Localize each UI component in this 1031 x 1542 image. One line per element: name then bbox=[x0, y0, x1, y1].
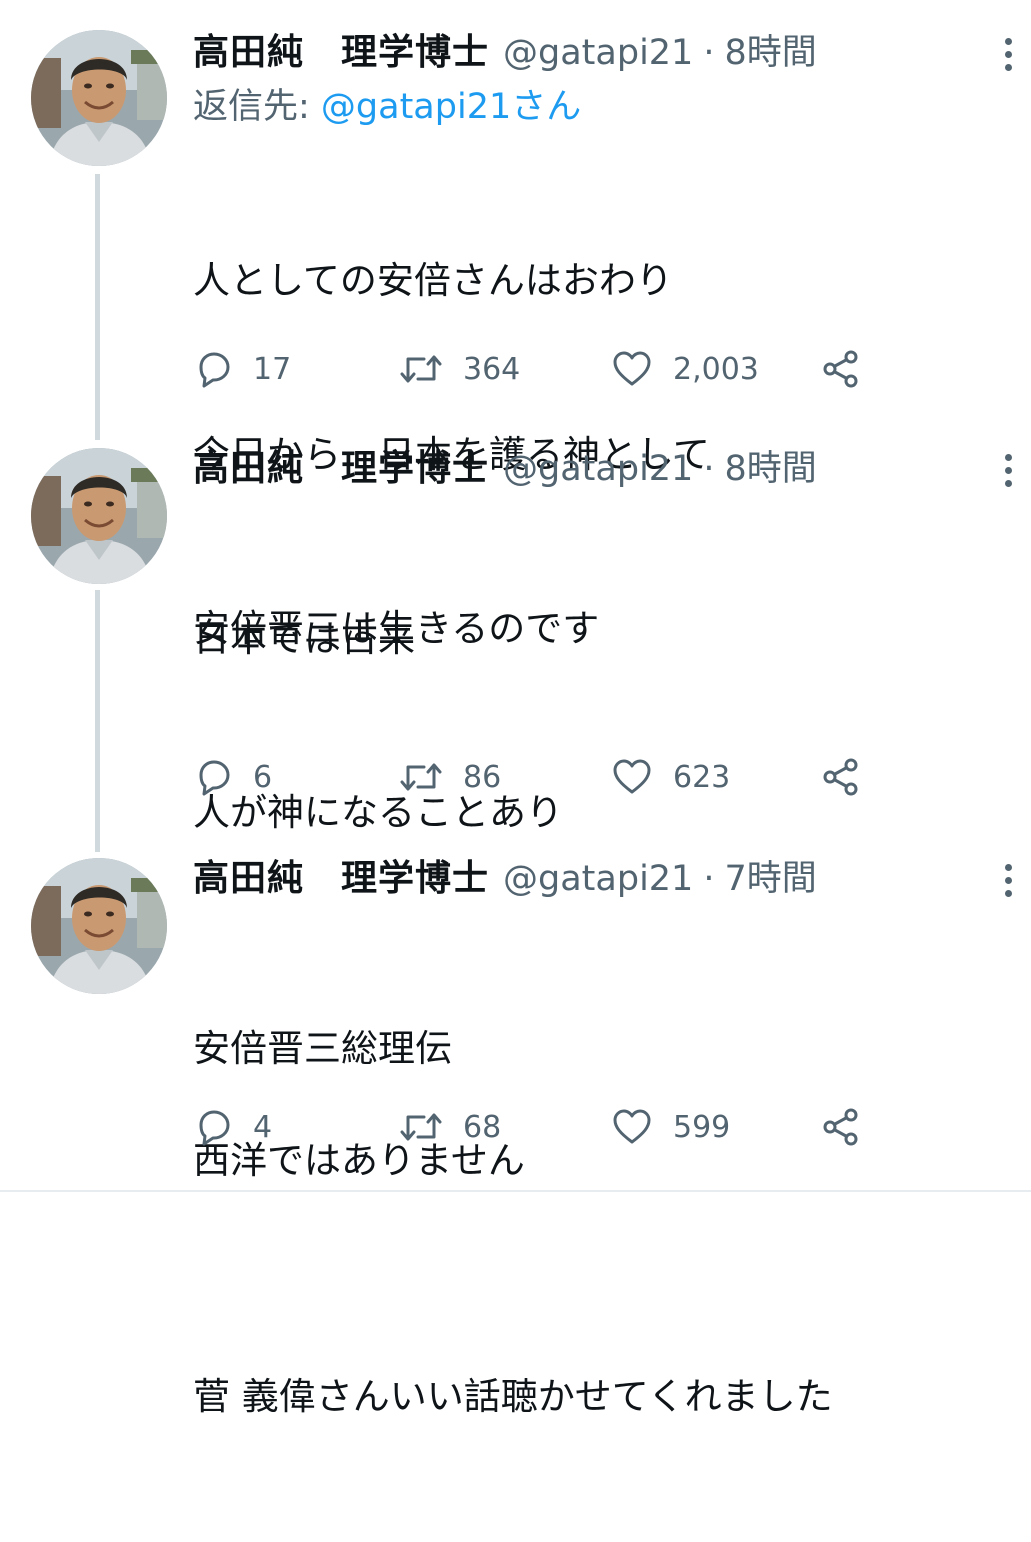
tweet-actions: 17 364 2,003 bbox=[193, 344, 893, 394]
tweet-header: 高田純 理学博士 @gatapi21 · 8時間 bbox=[193, 444, 1001, 494]
reply-button[interactable]: 17 bbox=[193, 344, 291, 394]
reply-bubble-icon bbox=[193, 1107, 233, 1147]
share-icon bbox=[821, 757, 861, 797]
reply-count: 6 bbox=[253, 759, 273, 795]
avatar[interactable] bbox=[31, 858, 167, 994]
divider bbox=[0, 1190, 1031, 1192]
like-button[interactable]: 2,003 bbox=[611, 344, 759, 394]
share-button[interactable] bbox=[821, 1102, 861, 1152]
reply-bubble-icon bbox=[193, 349, 233, 389]
heart-icon bbox=[611, 349, 653, 389]
reply-count: 4 bbox=[253, 1109, 273, 1145]
display-name[interactable]: 高田純 理学博士 bbox=[193, 28, 489, 78]
user-handle[interactable]: @gatapi21 bbox=[503, 444, 693, 494]
reply-to-line: 返信先: @gatapi21さん bbox=[193, 78, 1001, 136]
reply-count: 17 bbox=[253, 351, 292, 387]
retweet-count: 68 bbox=[463, 1109, 502, 1145]
retweet-button[interactable]: 68 bbox=[399, 1102, 501, 1152]
retweet-arrows-icon bbox=[399, 1107, 443, 1147]
timestamp[interactable]: 8時間 bbox=[724, 28, 816, 78]
like-count: 623 bbox=[673, 759, 731, 795]
reply-button[interactable]: 6 bbox=[193, 752, 272, 802]
more-vertical-icon[interactable] bbox=[1003, 38, 1013, 74]
heart-icon bbox=[611, 1107, 653, 1147]
like-button[interactable]: 623 bbox=[611, 752, 730, 802]
avatar[interactable] bbox=[31, 448, 167, 584]
avatar[interactable] bbox=[31, 30, 167, 166]
tweet-header: 高田純 理学博士 @gatapi21 · 7時間 bbox=[193, 854, 1001, 904]
tweet-text-line: 安倍晋三総理伝 bbox=[193, 1027, 452, 1070]
tweet-actions: 4 68 599 bbox=[193, 1102, 893, 1152]
retweet-count: 86 bbox=[463, 759, 502, 795]
reply-button[interactable]: 4 bbox=[193, 1102, 272, 1152]
share-button[interactable] bbox=[821, 344, 861, 394]
heart-icon bbox=[611, 757, 653, 797]
reply-to-handle[interactable]: @gatapi21さん bbox=[321, 87, 581, 127]
tweet-text-line bbox=[193, 1194, 1001, 1252]
like-button[interactable]: 599 bbox=[611, 1102, 730, 1152]
separator-dot: · bbox=[703, 859, 715, 899]
tweet-text-line: 菅 義偉さんいい話聴かせてくれました bbox=[193, 1375, 833, 1418]
tweet-text: 安倍晋三総理伝 菅 義偉さんいい話聴かせてくれました bbox=[193, 904, 1001, 1542]
display-name[interactable]: 高田純 理学博士 bbox=[193, 444, 489, 494]
retweet-arrows-icon bbox=[399, 757, 443, 797]
tweet-actions: 6 86 623 bbox=[193, 752, 893, 802]
reply-to-label: 返信先: bbox=[193, 87, 321, 127]
more-vertical-icon[interactable] bbox=[1003, 454, 1013, 490]
reply-bubble-icon bbox=[193, 757, 233, 797]
timestamp[interactable]: 8時間 bbox=[724, 444, 816, 494]
timestamp[interactable]: 7時間 bbox=[724, 854, 816, 904]
separator-dot: · bbox=[703, 33, 715, 73]
like-count: 2,003 bbox=[673, 351, 759, 387]
like-count: 599 bbox=[673, 1109, 731, 1145]
tweet-thread: 高田純 理学博士 @gatapi21 · 8時間 返信先: @gatapi21さ… bbox=[0, 0, 1031, 1418]
retweet-button[interactable]: 86 bbox=[399, 752, 501, 802]
share-icon bbox=[821, 349, 861, 389]
display-name[interactable]: 高田純 理学博士 bbox=[193, 854, 489, 904]
tweet[interactable]: 高田純 理学博士 @gatapi21 · 8時間 返信先: @gatapi21さ… bbox=[0, 28, 1031, 650]
user-handle[interactable]: @gatapi21 bbox=[503, 28, 693, 78]
user-handle[interactable]: @gatapi21 bbox=[503, 854, 693, 904]
tweet-text-line: 日本では古来 bbox=[193, 617, 415, 660]
tweet-header: 高田純 理学博士 @gatapi21 · 8時間 bbox=[193, 28, 1001, 78]
retweet-arrows-icon bbox=[399, 349, 443, 389]
separator-dot: · bbox=[703, 449, 715, 489]
tweet-content: 高田純 理学博士 @gatapi21 · 7時間 安倍晋三総理伝 菅 義偉さんい… bbox=[193, 854, 1001, 1542]
share-button[interactable] bbox=[821, 752, 861, 802]
retweet-count: 364 bbox=[463, 351, 521, 387]
tweet[interactable]: 高田純 理学博士 @gatapi21 · 7時間 安倍晋三総理伝 菅 義偉さんい… bbox=[0, 854, 1031, 1418]
tweet[interactable]: 高田純 理学博士 @gatapi21 · 8時間 日本では古来 人が神になること… bbox=[0, 444, 1031, 1182]
tweet-text-line: 人としての安倍さんはおわり bbox=[193, 259, 673, 302]
share-icon bbox=[821, 1107, 861, 1147]
more-vertical-icon[interactable] bbox=[1003, 864, 1013, 900]
retweet-button[interactable]: 364 bbox=[399, 344, 520, 394]
